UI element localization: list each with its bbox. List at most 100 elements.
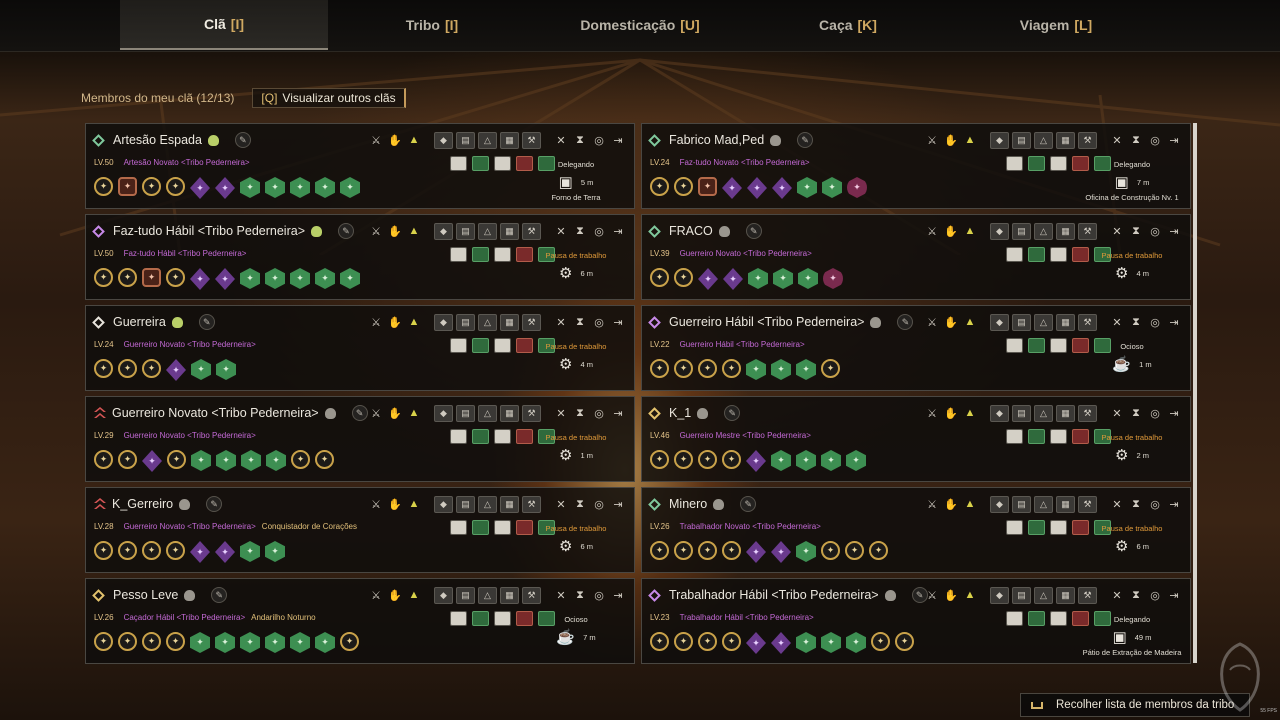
dismiss-icon[interactable]: ✕: [553, 132, 569, 148]
skill-icon[interactable]: ✦: [142, 450, 162, 472]
skill-icon[interactable]: ✦: [291, 450, 310, 469]
skill-icon[interactable]: ✦: [847, 177, 867, 198]
alert-icon[interactable]: ▲: [962, 223, 978, 239]
hand-icon[interactable]: ✋: [943, 223, 959, 239]
skill-icon[interactable]: ✦: [722, 632, 741, 651]
skill-icon[interactable]: ✦: [650, 541, 669, 560]
equipment-icon[interactable]: ◆: [990, 495, 1009, 513]
hourglass-icon[interactable]: ⧗: [572, 132, 588, 148]
skill-icon[interactable]: ✦: [142, 541, 161, 560]
hand-icon[interactable]: ✋: [943, 405, 959, 421]
stats-icon[interactable]: ▦: [1056, 313, 1075, 331]
stats-icon[interactable]: ▦: [1056, 131, 1075, 149]
craft-icon[interactable]: ⚒: [1078, 313, 1097, 331]
hourglass-icon[interactable]: ⧗: [1128, 132, 1144, 148]
skill-icon[interactable]: ✦: [191, 359, 211, 380]
rename-button[interactable]: ✎: [211, 587, 228, 603]
skill-icon[interactable]: ✦: [265, 541, 285, 562]
skill-icon[interactable]: ✦: [215, 541, 235, 563]
hourglass-icon[interactable]: ⧗: [572, 223, 588, 239]
equipment-icon[interactable]: ◆: [990, 131, 1009, 149]
equipment-icon[interactable]: ◆: [990, 222, 1009, 240]
skill-icon[interactable]: ✦: [167, 450, 186, 469]
skill-icon[interactable]: ✦: [290, 632, 310, 653]
skill-icon[interactable]: ✦: [747, 177, 767, 199]
locate-icon[interactable]: ◎: [591, 496, 607, 512]
hourglass-icon[interactable]: ⧗: [1128, 405, 1144, 421]
exit-icon[interactable]: ⇥: [610, 132, 626, 148]
craft-icon[interactable]: ⚒: [522, 222, 541, 240]
inventory-icon[interactable]: ▤: [456, 404, 475, 422]
skill-icon[interactable]: ✦: [674, 450, 693, 469]
skill-icon[interactable]: ✦: [340, 632, 359, 651]
skill-icon[interactable]: ✦: [771, 359, 791, 380]
stats-icon[interactable]: ▦: [500, 313, 519, 331]
skill-icon[interactable]: ✦: [771, 541, 791, 563]
alert-icon[interactable]: ▲: [962, 587, 978, 603]
skill-icon[interactable]: ✦: [823, 268, 843, 289]
skills-icon[interactable]: △: [478, 404, 497, 422]
skill-icon[interactable]: ✦: [746, 450, 766, 472]
hourglass-icon[interactable]: ⧗: [1128, 314, 1144, 330]
craft-icon[interactable]: ⚒: [522, 586, 541, 604]
rename-button[interactable]: ✎: [724, 405, 741, 421]
skill-icon[interactable]: ✦: [215, 632, 235, 653]
fight-icon[interactable]: ⚔: [368, 132, 384, 148]
dismiss-icon[interactable]: ✕: [553, 587, 569, 603]
fight-icon[interactable]: ⚔: [368, 223, 384, 239]
skill-icon[interactable]: ✦: [822, 177, 842, 198]
skill-icon[interactable]: ✦: [240, 268, 260, 289]
skill-icon[interactable]: ✦: [871, 632, 890, 651]
skill-icon[interactable]: ✦: [290, 268, 310, 289]
hand-icon[interactable]: ✋: [943, 496, 959, 512]
hourglass-icon[interactable]: ⧗: [572, 587, 588, 603]
view-other-clans-button[interactable]: [Q] Visualizar outros clãs: [252, 88, 406, 108]
hand-icon[interactable]: ✋: [387, 314, 403, 330]
member-card[interactable]: K_1 ✎ ⚔ ✋ ▲ ◆ ▤ △ ▦ ⚒ ✕ ⧗ ◎ ⇥ LV.46 Guer…: [641, 396, 1191, 482]
exit-icon[interactable]: ⇥: [1166, 223, 1182, 239]
hand-icon[interactable]: ✋: [387, 132, 403, 148]
dismiss-icon[interactable]: ✕: [553, 405, 569, 421]
locate-icon[interactable]: ◎: [591, 314, 607, 330]
rename-button[interactable]: ✎: [740, 496, 757, 512]
rename-button[interactable]: ✎: [338, 223, 354, 239]
rename-button[interactable]: ✎: [234, 132, 251, 148]
skill-icon[interactable]: ✦: [216, 450, 236, 471]
skill-icon[interactable]: ✦: [821, 450, 841, 471]
skill-icon[interactable]: ✦: [142, 359, 161, 378]
alert-icon[interactable]: ▲: [962, 496, 978, 512]
craft-icon[interactable]: ⚒: [1078, 495, 1097, 513]
skill-icon[interactable]: ✦: [674, 177, 693, 196]
locate-icon[interactable]: ◎: [591, 405, 607, 421]
skill-icon[interactable]: ✦: [94, 450, 113, 469]
member-card[interactable]: Faz-tudo Hábil <Tribo Pederneira> ✎ ⚔ ✋ …: [85, 214, 635, 300]
stats-icon[interactable]: ▦: [500, 404, 519, 422]
rename-button[interactable]: ✎: [897, 314, 914, 330]
skill-icon[interactable]: ✦: [869, 541, 888, 560]
alert-icon[interactable]: ▲: [406, 314, 422, 330]
skill-icon[interactable]: ✦: [315, 450, 334, 469]
inventory-icon[interactable]: ▤: [1012, 222, 1031, 240]
stats-icon[interactable]: ▦: [500, 222, 519, 240]
skill-icon[interactable]: ✦: [94, 541, 113, 560]
skill-icon[interactable]: ✦: [240, 177, 260, 198]
alert-icon[interactable]: ▲: [962, 314, 978, 330]
alert-icon[interactable]: ▲: [962, 132, 978, 148]
craft-icon[interactable]: ⚒: [522, 404, 541, 422]
skill-icon[interactable]: ✦: [166, 541, 185, 560]
skill-icon[interactable]: ✦: [142, 632, 161, 651]
skill-icon[interactable]: ✦: [94, 177, 113, 196]
equipment-icon[interactable]: ◆: [990, 404, 1009, 422]
skill-icon[interactable]: ✦: [722, 541, 741, 560]
equipment-icon[interactable]: ◆: [434, 586, 453, 604]
skills-icon[interactable]: △: [1034, 313, 1053, 331]
skill-icon[interactable]: ✦: [650, 268, 669, 287]
fight-icon[interactable]: ⚔: [924, 132, 940, 148]
skill-icon[interactable]: ✦: [142, 268, 161, 287]
craft-icon[interactable]: ⚒: [522, 495, 541, 513]
alert-icon[interactable]: ▲: [406, 587, 422, 603]
skill-icon[interactable]: ✦: [821, 541, 840, 560]
skill-icon[interactable]: ✦: [241, 450, 261, 471]
locate-icon[interactable]: ◎: [591, 223, 607, 239]
skill-icon[interactable]: ✦: [797, 177, 817, 198]
